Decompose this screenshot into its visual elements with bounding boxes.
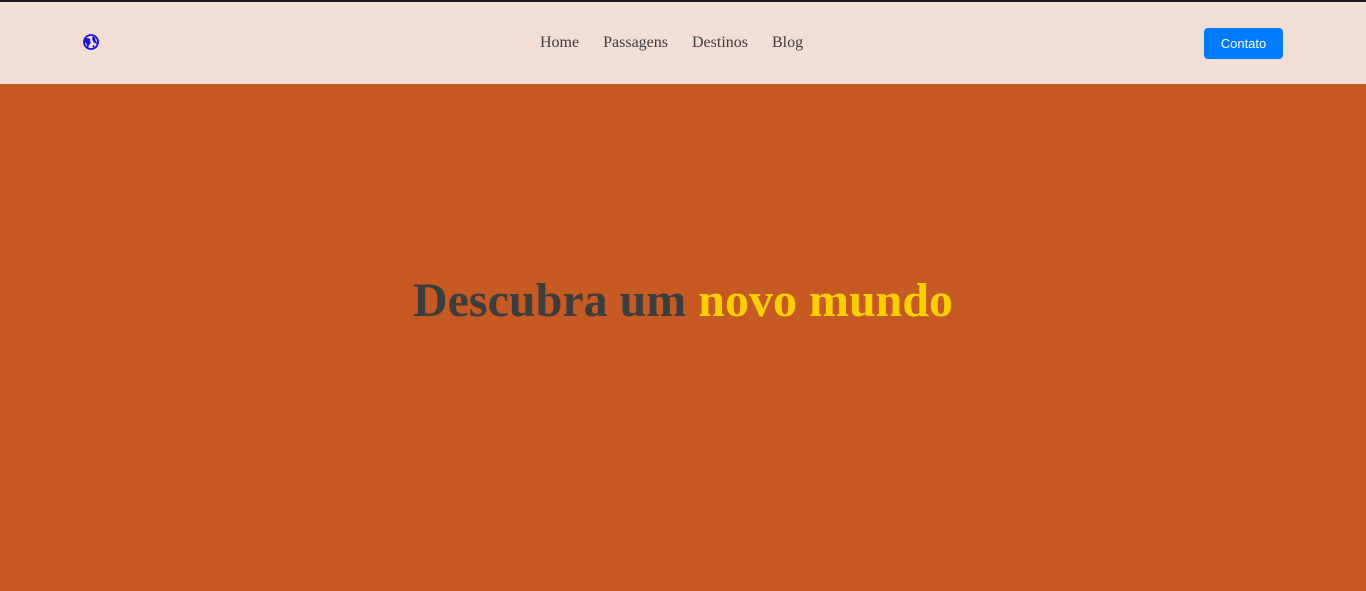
nav-link-destinos[interactable]: Destinos [680, 2, 760, 84]
hero-title: Descubra um novo mundo [0, 267, 1366, 335]
nav-link-home[interactable]: Home [528, 2, 591, 84]
nav-link-blog[interactable]: Blog [760, 2, 815, 84]
hero-section: Descubra um novo mundo [0, 84, 1366, 591]
hero-title-prefix: Descubra um [412, 274, 699, 327]
globe-icon[interactable] [83, 34, 99, 50]
hero-title-highlight: novo mundo [698, 274, 954, 327]
navbar: Home Passagens Destinos Blog Contato [0, 2, 1366, 84]
main-nav: Home Passagens Destinos Blog [528, 2, 815, 84]
contact-button[interactable]: Contato [1204, 28, 1283, 59]
nav-link-passagens[interactable]: Passagens [591, 2, 680, 84]
